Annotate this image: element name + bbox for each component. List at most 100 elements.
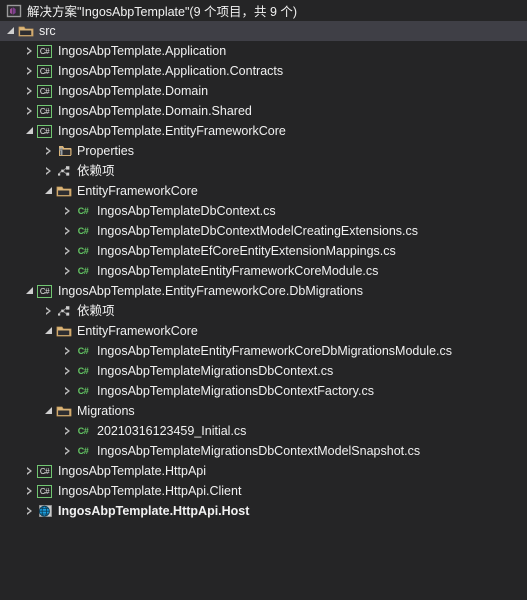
expander-expanded-icon[interactable] — [23, 281, 37, 301]
tree-row-label: EntityFrameworkCore — [77, 184, 198, 198]
solution-explorer-tree[interactable]: src C# IngosAbpTemplate.Application C# Ingos… — [0, 21, 527, 521]
tree-row[interactable]: C# IngosAbpTemplateEfCoreEntityExtensionM… — [0, 241, 527, 261]
expander-collapsed-icon[interactable] — [42, 301, 56, 321]
expander-expanded-icon[interactable] — [4, 21, 18, 41]
tree-row[interactable]: C# IngosAbpTemplateMigrationsDbContextFac… — [0, 381, 527, 401]
tree-row[interactable]: C# IngosAbpTemplateMigrationsDbContextMod… — [0, 441, 527, 461]
tree-row-label: IngosAbpTemplateEntityFrameworkCoreDbMig… — [97, 344, 453, 358]
expander-collapsed-icon[interactable] — [42, 161, 56, 181]
csharp-project-icon: C# — [37, 124, 52, 138]
expander-expanded-icon[interactable] — [23, 121, 37, 141]
csharp-file-icon: C# — [77, 206, 89, 216]
tree-row-label: IngosAbpTemplate.Application — [58, 44, 227, 58]
csharp-file-icon: C# — [77, 226, 89, 236]
tree-row-label: IngosAbpTemplate.Application.Contracts — [58, 64, 284, 78]
tree-row[interactable]: C# IngosAbpTemplateDbContext.cs — [0, 201, 527, 221]
tree-row-label: IngosAbpTemplate.EntityFrameworkCore — [58, 124, 286, 138]
tree-row[interactable]: 依赖项 — [0, 301, 527, 321]
tree-row[interactable]: src — [0, 21, 527, 41]
tree-row[interactable]: Properties — [0, 141, 527, 161]
dependencies-icon — [56, 303, 72, 319]
expander-collapsed-icon[interactable] — [61, 261, 75, 281]
tree-row-label: IngosAbpTemplateEntityFrameworkCoreModul… — [97, 264, 379, 278]
expander-collapsed-icon[interactable] — [61, 341, 75, 361]
csharp-file-icon: C# — [77, 386, 89, 396]
tree-row[interactable]: IngosAbpTemplate.HttpApi.Host — [0, 501, 527, 521]
tree-row[interactable]: C# IngosAbpTemplate.Application.Contracts — [0, 61, 527, 81]
tree-row-label: Migrations — [77, 404, 135, 418]
tree-row[interactable]: C# IngosAbpTemplate.Application — [0, 41, 527, 61]
csharp-file-icon: C# — [77, 426, 89, 436]
csharp-project-icon: C# — [37, 284, 52, 298]
tree-row-label: IngosAbpTemplate.HttpApi — [58, 464, 207, 478]
tree-row-label: IngosAbpTemplate.Domain.Shared — [58, 104, 252, 118]
web-project-icon — [37, 503, 53, 519]
tree-row-label: IngosAbpTemplate.Domain — [58, 84, 209, 98]
tree-row[interactable]: EntityFrameworkCore — [0, 181, 527, 201]
csharp-project-icon: C# — [37, 84, 52, 98]
folder-icon — [18, 23, 34, 39]
tree-row-label: IngosAbpTemplateMigrationsDbContextModel… — [97, 444, 421, 458]
tree-row[interactable]: C# IngosAbpTemplateMigrationsDbContext.cs — [0, 361, 527, 381]
csharp-project-icon: C# — [37, 464, 52, 478]
visual-studio-solution-icon — [6, 3, 22, 19]
tree-row[interactable]: C# IngosAbpTemplate.EntityFrameworkCore.D… — [0, 281, 527, 301]
tree-row[interactable]: C# IngosAbpTemplate.HttpApi.Client — [0, 481, 527, 501]
solution-title: 解决方案"IngosAbpTemplate"(9 个项目，共 9 个) — [27, 5, 298, 19]
tree-row-label: EntityFrameworkCore — [77, 324, 198, 338]
tree-row-label: IngosAbpTemplateMigrationsDbContext.cs — [97, 364, 334, 378]
tree-row[interactable]: C# IngosAbpTemplateEntityFrameworkCoreDbM… — [0, 341, 527, 361]
csharp-project-icon: C# — [37, 484, 52, 498]
tree-row[interactable]: C# IngosAbpTemplateDbContextModelCreating… — [0, 221, 527, 241]
tree-row[interactable]: C# IngosAbpTemplate.HttpApi — [0, 461, 527, 481]
folder-icon — [56, 403, 72, 419]
expander-expanded-icon[interactable] — [42, 321, 56, 341]
expander-collapsed-icon[interactable] — [61, 421, 75, 441]
tree-row-label: IngosAbpTemplateDbContext.cs — [97, 204, 276, 218]
tree-row-label: src — [39, 24, 56, 38]
folder-icon — [56, 323, 72, 339]
expander-collapsed-icon[interactable] — [61, 201, 75, 221]
tree-row[interactable]: C# IngosAbpTemplate.EntityFrameworkCore — [0, 121, 527, 141]
expander-collapsed-icon[interactable] — [61, 361, 75, 381]
tree-row-label: IngosAbpTemplate.HttpApi.Host — [58, 504, 250, 518]
tree-row-label: 20210316123459_Initial.cs — [97, 424, 247, 438]
tree-row-label: 依赖项 — [77, 164, 115, 178]
tree-row[interactable]: C# 20210316123459_Initial.cs — [0, 421, 527, 441]
tree-row[interactable]: Migrations — [0, 401, 527, 421]
expander-collapsed-icon[interactable] — [23, 41, 37, 61]
expander-expanded-icon[interactable] — [42, 401, 56, 421]
csharp-file-icon: C# — [77, 266, 89, 276]
expander-collapsed-icon[interactable] — [23, 81, 37, 101]
tree-row[interactable]: EntityFrameworkCore — [0, 321, 527, 341]
expander-collapsed-icon[interactable] — [23, 461, 37, 481]
tree-row-label: IngosAbpTemplateEfCoreEntityExtensionMap… — [97, 244, 396, 258]
expander-collapsed-icon[interactable] — [61, 221, 75, 241]
csharp-file-icon: C# — [77, 446, 89, 456]
expander-collapsed-icon[interactable] — [61, 241, 75, 261]
csharp-project-icon: C# — [37, 64, 52, 78]
solution-header[interactable]: 解决方案"IngosAbpTemplate"(9 个项目，共 9 个) — [0, 0, 527, 21]
properties-folder-icon — [56, 143, 72, 159]
csharp-file-icon: C# — [77, 246, 89, 256]
tree-row-label: Properties — [77, 144, 134, 158]
tree-row[interactable]: 依赖项 — [0, 161, 527, 181]
tree-row[interactable]: C# IngosAbpTemplate.Domain — [0, 81, 527, 101]
expander-collapsed-icon[interactable] — [61, 441, 75, 461]
expander-expanded-icon[interactable] — [42, 181, 56, 201]
tree-row-label: IngosAbpTemplate.EntityFrameworkCore.DbM… — [58, 284, 363, 298]
expander-collapsed-icon[interactable] — [42, 141, 56, 161]
expander-collapsed-icon[interactable] — [23, 481, 37, 501]
tree-row[interactable]: C# IngosAbpTemplateEntityFrameworkCoreMod… — [0, 261, 527, 281]
expander-collapsed-icon[interactable] — [23, 61, 37, 81]
expander-collapsed-icon[interactable] — [23, 101, 37, 121]
expander-collapsed-icon[interactable] — [61, 381, 75, 401]
tree-row-label: 依赖项 — [77, 304, 115, 318]
tree-row-label: IngosAbpTemplateDbContextModelCreatingEx… — [97, 224, 419, 238]
folder-icon — [56, 183, 72, 199]
expander-collapsed-icon[interactable] — [23, 501, 37, 521]
tree-row-label: IngosAbpTemplateMigrationsDbContextFacto… — [97, 384, 374, 398]
csharp-project-icon: C# — [37, 44, 52, 58]
tree-row-label: IngosAbpTemplate.HttpApi.Client — [58, 484, 242, 498]
tree-row[interactable]: C# IngosAbpTemplate.Domain.Shared — [0, 101, 527, 121]
